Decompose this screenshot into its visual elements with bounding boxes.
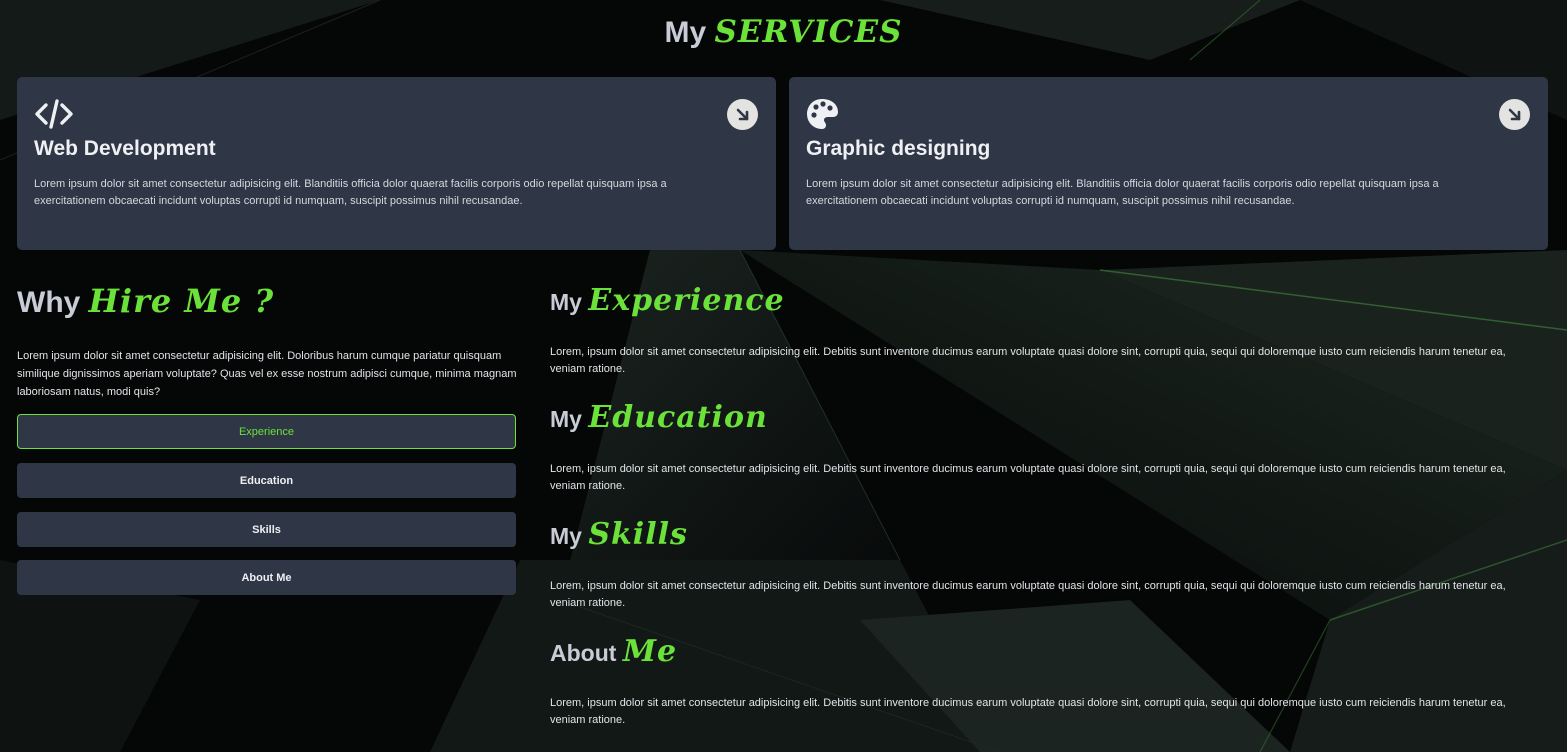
why-heading-plain: Why xyxy=(17,286,81,319)
web-development-description: Lorem ipsum dolor sit amet consectetur a… xyxy=(34,178,667,207)
why-heading-accent: Hire Me ? xyxy=(88,282,275,320)
experience-heading-plain: My xyxy=(550,289,582,315)
education-text: Lorem, ipsum dolor sit amet consectetur … xyxy=(550,463,1506,492)
services-heading-plain: My xyxy=(664,16,707,49)
graphic-designing-description: Lorem ipsum dolor sit amet consectetur a… xyxy=(806,178,1439,207)
services-heading-accent: SERVICES xyxy=(714,14,903,50)
skills-heading: My Skills xyxy=(550,517,688,552)
skills-text: Lorem, ipsum dolor sit amet consectetur … xyxy=(550,580,1506,609)
tab-skills[interactable]: Skills xyxy=(17,512,516,547)
about-me-heading: About Me xyxy=(550,634,677,669)
skills-heading-accent: Skills xyxy=(588,517,688,552)
service-card-graphic-designing: Graphic designing Lorem ipsum dolor sit … xyxy=(789,77,1548,250)
about-me-text: Lorem, ipsum dolor sit amet consectetur … xyxy=(550,697,1506,726)
education-heading-accent: Education xyxy=(588,400,768,435)
code-icon xyxy=(35,99,73,129)
about-me-heading-plain: About xyxy=(550,640,617,666)
web-development-arrow-button[interactable] xyxy=(727,99,758,130)
arrow-down-right-icon xyxy=(1508,108,1520,120)
why-hire-me-text: Lorem ipsum dolor sit amet consectetur a… xyxy=(17,350,517,398)
tab-experience[interactable]: Experience xyxy=(17,414,516,449)
education-heading: My Education xyxy=(550,400,768,435)
arrow-down-right-icon xyxy=(736,108,748,120)
experience-text: Lorem, ipsum dolor sit amet consectetur … xyxy=(550,346,1506,375)
web-development-title: Web Development xyxy=(34,137,216,160)
education-heading-plain: My xyxy=(550,406,582,432)
tab-about-me[interactable]: About Me xyxy=(17,560,516,595)
palette-icon xyxy=(807,99,838,129)
graphic-designing-title: Graphic designing xyxy=(806,137,991,160)
graphic-designing-arrow-button[interactable] xyxy=(1499,99,1530,130)
service-card-web-development: Web Development Lorem ipsum dolor sit am… xyxy=(17,77,776,250)
experience-heading: My Experience xyxy=(550,283,785,318)
skills-heading-plain: My xyxy=(550,523,582,549)
about-me-heading-accent: Me xyxy=(622,634,678,669)
services-heading: My SERVICES xyxy=(0,14,1567,50)
page: My SERVICES Web Development Lorem ipsum … xyxy=(0,0,1567,752)
tab-education[interactable]: Education xyxy=(17,463,516,498)
why-hire-me-heading: Why Hire Me ? xyxy=(17,282,274,320)
experience-heading-accent: Experience xyxy=(588,283,785,318)
